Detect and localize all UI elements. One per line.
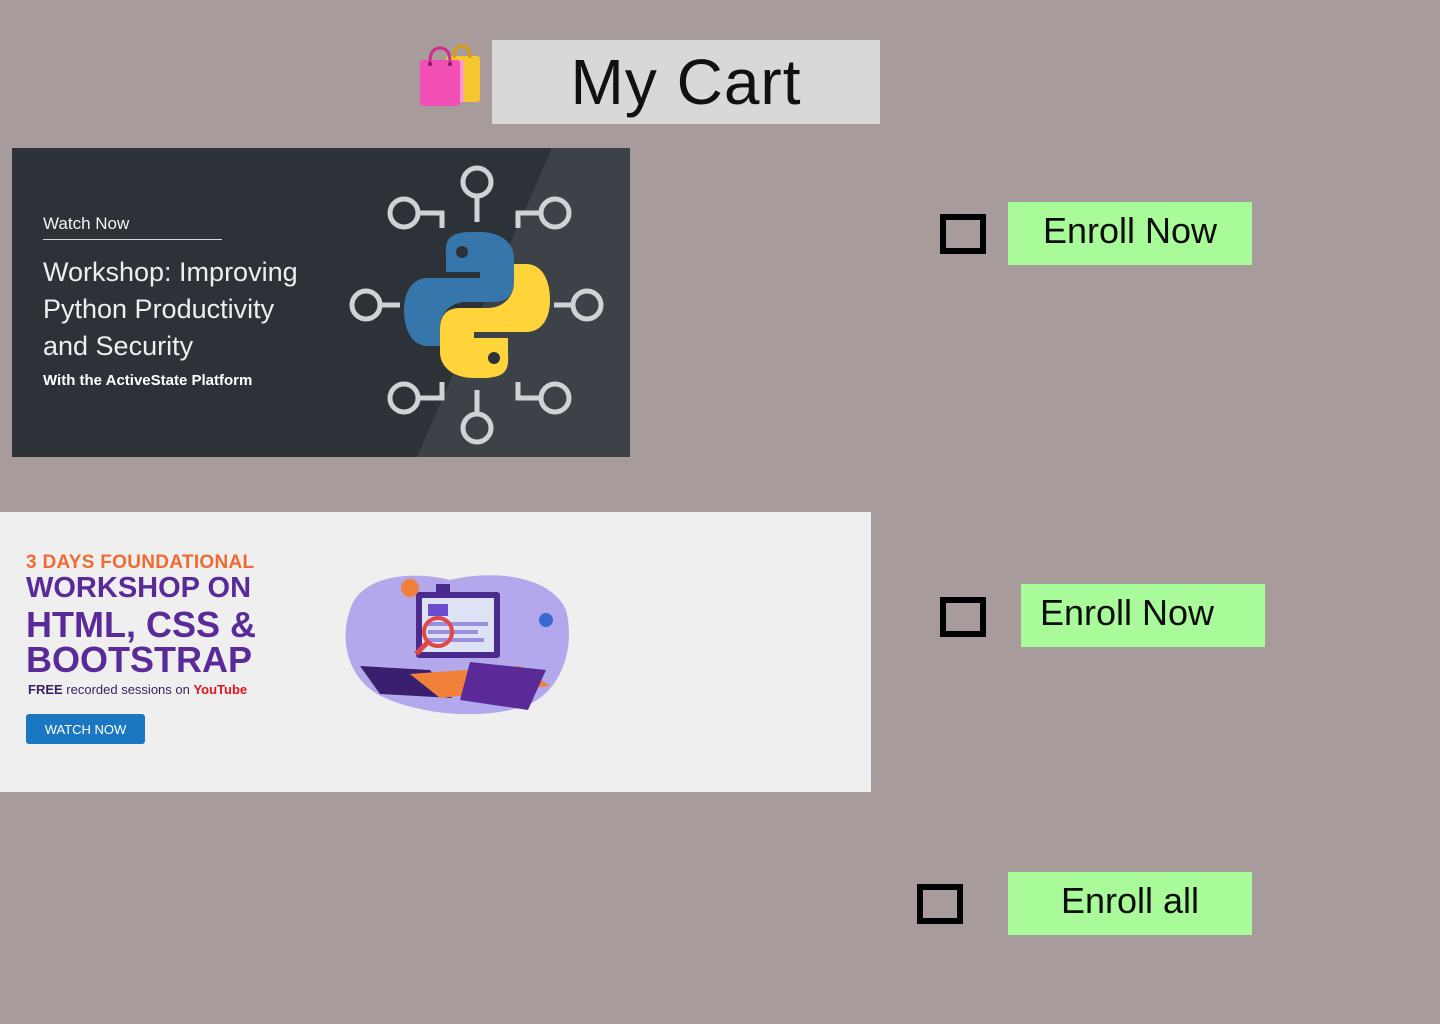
workshop-subtitle: With the ActiveState Platform bbox=[43, 372, 253, 389]
html-css-workshop-banner[interactable]: 3 DAYS FOUNDATIONAL WORKSHOP ON HTML, CS… bbox=[0, 512, 871, 792]
enroll-now-button-1[interactable]: Enroll Now bbox=[1008, 202, 1252, 265]
shopping-bags-icon bbox=[416, 42, 484, 110]
free-sessions-note: FREE recorded sessions on YouTube bbox=[28, 682, 247, 697]
workshop-title: Workshop: Improving Python Productivity … bbox=[43, 257, 298, 361]
python-workshop-banner[interactable]: Watch Now Workshop: Improving Python Pro… bbox=[12, 148, 630, 457]
python-logo-network-icon bbox=[342, 160, 610, 450]
computer-illustration-icon bbox=[320, 570, 572, 720]
page-title: My Cart bbox=[570, 46, 802, 118]
banner-heading-line1: WORKSHOP ON bbox=[26, 572, 252, 604]
select-item-2-checkbox[interactable] bbox=[940, 597, 986, 637]
banner-heading-line3: BOOTSTRAP bbox=[26, 639, 253, 680]
select-item-1-checkbox[interactable] bbox=[940, 214, 986, 254]
free-label: FREE bbox=[28, 682, 63, 697]
banner-kicker: 3 DAYS FOUNDATIONAL bbox=[26, 552, 255, 573]
youtube-label: YouTube bbox=[193, 682, 248, 697]
divider bbox=[43, 239, 222, 240]
free-sessions-text: recorded sessions on bbox=[62, 682, 194, 697]
cart-title-box: My Cart bbox=[492, 40, 880, 124]
select-all-checkbox[interactable] bbox=[917, 884, 963, 924]
enroll-all-button[interactable]: Enroll all bbox=[1008, 872, 1252, 935]
enroll-now-button-2[interactable]: Enroll Now bbox=[1021, 584, 1265, 647]
watch-now-label: Watch Now bbox=[43, 214, 130, 233]
watch-now-button[interactable]: WATCH NOW bbox=[26, 714, 145, 744]
